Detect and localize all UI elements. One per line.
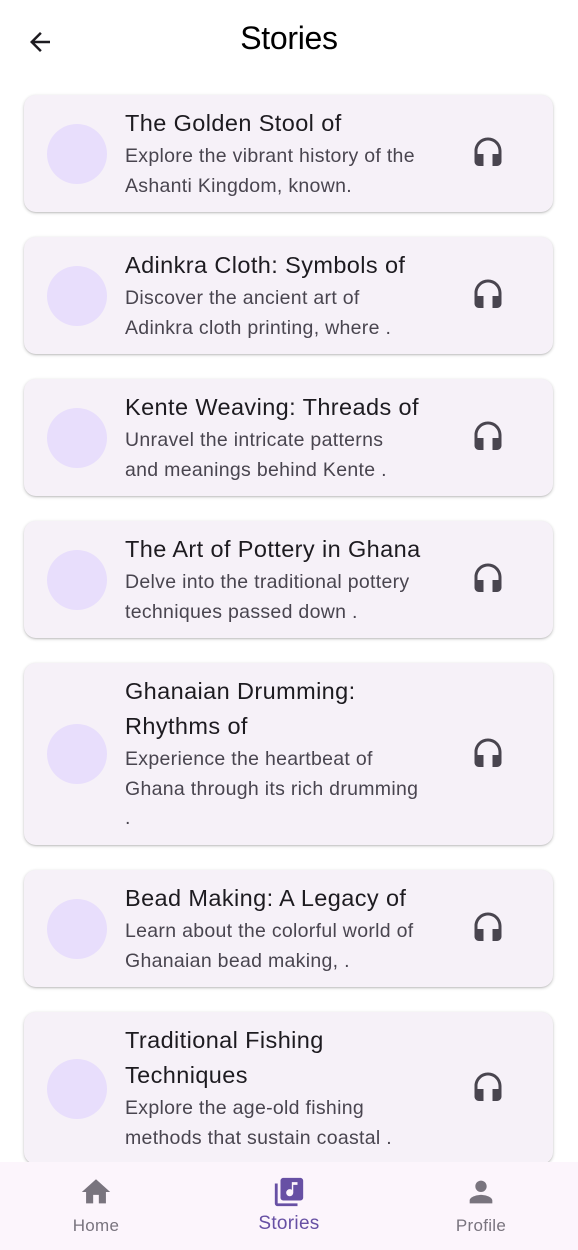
- story-avatar: [47, 550, 107, 610]
- listen-button[interactable]: [468, 735, 508, 775]
- story-title: Ghanaian Drumming: Rhythms of: [125, 678, 356, 739]
- story-title: Traditional Fishing Techniques: [125, 1027, 324, 1088]
- story-card[interactable]: Traditional Fishing Techniques Explore t…: [24, 1012, 553, 1162]
- story-card[interactable]: Ghanaian Drumming: Rhythms of Experience…: [24, 663, 553, 845]
- page-title: Stories: [240, 20, 338, 56]
- nav-item-home[interactable]: Home: [0, 1162, 192, 1250]
- story-avatar: [47, 724, 107, 784]
- story-description: Unravel the intricate patterns and meani…: [125, 429, 387, 481]
- app-bar: Stories: [0, 0, 578, 82]
- story-avatar: [47, 1059, 107, 1119]
- story-description: Learn about the colorful world of Ghanai…: [125, 920, 414, 972]
- headphones-icon: [474, 738, 502, 767]
- home-icon: [81, 1179, 111, 1204]
- nav-item-stories[interactable]: Stories: [193, 1162, 385, 1250]
- listen-button[interactable]: [468, 1069, 508, 1109]
- listen-button[interactable]: [468, 276, 508, 316]
- headphones-icon: [474, 279, 502, 308]
- story-description: Experience the heartbeat of Ghana throug…: [125, 748, 419, 829]
- story-card[interactable]: The Art of Pottery in Ghana Delve into t…: [24, 521, 553, 638]
- story-title: Bead Making: A Legacy of: [125, 885, 407, 911]
- story-title: The Golden Stool of: [125, 110, 342, 136]
- library-music-icon: [274, 1177, 304, 1207]
- headphones-icon: [474, 1072, 502, 1101]
- story-description: Explore the vibrant history of the Ashan…: [125, 145, 415, 197]
- listen-button[interactable]: [468, 134, 508, 174]
- listen-button[interactable]: [468, 560, 508, 600]
- story-description: Discover the ancient art of Adinkra clot…: [125, 287, 392, 339]
- headphones-icon: [474, 563, 502, 592]
- story-card[interactable]: Kente Weaving: Threads of Unravel the in…: [24, 379, 553, 496]
- headphones-icon: [474, 137, 502, 166]
- story-avatar: [47, 408, 107, 468]
- stories-list[interactable]: The Golden Stool of Explore the vibrant …: [0, 82, 578, 1162]
- story-title: Adinkra Cloth: Symbols of: [125, 252, 406, 278]
- story-card[interactable]: The Golden Stool of Explore the vibrant …: [24, 95, 553, 212]
- bottom-navigation: Home Stories Profile: [0, 1162, 578, 1250]
- story-avatar: [47, 124, 107, 184]
- story-title: The Art of Pottery in Ghana: [125, 536, 421, 562]
- nav-label-profile: Profile: [455, 1216, 507, 1235]
- story-description: Delve into the traditional pottery techn…: [125, 571, 410, 623]
- story-avatar: [47, 266, 107, 326]
- story-avatar: [47, 899, 107, 959]
- person-icon: [469, 1180, 493, 1204]
- story-card[interactable]: Bead Making: A Legacy of Learn about the…: [24, 870, 553, 987]
- headphones-icon: [474, 421, 502, 450]
- story-title: Kente Weaving: Threads of: [125, 394, 419, 420]
- nav-item-profile[interactable]: Profile: [385, 1162, 577, 1250]
- listen-button[interactable]: [468, 418, 508, 458]
- nav-label-stories: Stories: [258, 1213, 320, 1234]
- nav-label-home: Home: [72, 1216, 120, 1235]
- headphones-icon: [474, 912, 502, 941]
- listen-button[interactable]: [468, 909, 508, 949]
- story-description: Explore the age-old fishing methods that…: [125, 1097, 392, 1149]
- story-card[interactable]: Adinkra Cloth: Symbols of Discover the a…: [24, 237, 553, 354]
